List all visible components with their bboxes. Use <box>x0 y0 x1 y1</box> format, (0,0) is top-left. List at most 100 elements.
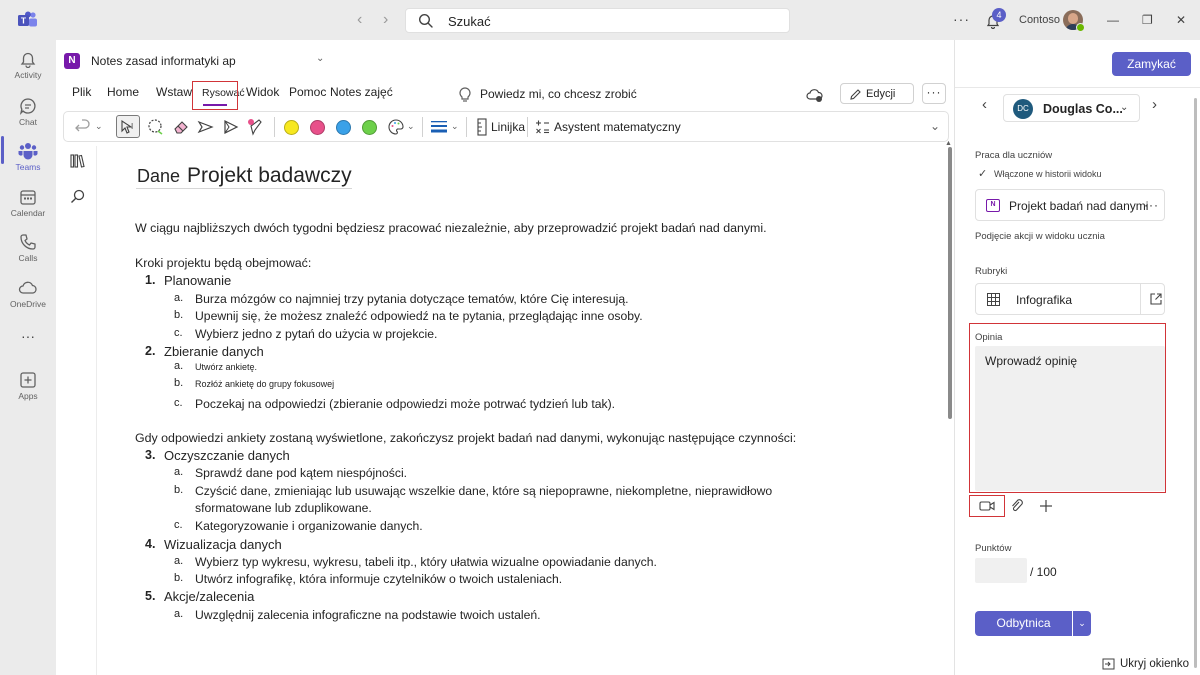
rail-item-onedrive[interactable]: OneDrive <box>0 273 56 317</box>
attach-icon[interactable] <box>1010 499 1024 513</box>
rubric-item[interactable]: Infografika <box>975 283 1165 315</box>
add-icon[interactable] <box>1039 499 1053 513</box>
rail-item-more[interactable]: ··· <box>0 324 56 368</box>
presence-available-icon <box>1076 23 1085 32</box>
rail-item-activity[interactable]: Activity <box>0 44 56 88</box>
search-placeholder: Szukać <box>448 14 491 29</box>
sub-letter: c. <box>174 327 183 339</box>
sub-text: Uwzględnij zalecenia infograficzne na po… <box>195 608 541 622</box>
ruler-label[interactable]: Linijka <box>491 120 525 134</box>
points-input[interactable] <box>975 558 1027 583</box>
search-icon <box>418 13 433 28</box>
tab-notes-zajec[interactable]: Notes zajęć <box>330 85 393 99</box>
return-dropdown-icon[interactable]: ⌄ <box>1073 611 1091 636</box>
minimize-icon[interactable]: — <box>1107 13 1119 27</box>
notebooks-icon[interactable] <box>69 152 87 170</box>
pen-yellow[interactable] <box>284 120 299 135</box>
panel-scrollbar[interactable] <box>1194 98 1197 668</box>
student-work-item[interactable]: N Projekt badań nad danymi ··· <box>975 189 1165 221</box>
close-window-icon[interactable]: ✕ <box>1176 13 1186 27</box>
student-avatar: DC <box>1013 99 1033 119</box>
student-actions-label[interactable]: Podjęcie akcji w widoku ucznia <box>975 231 1105 242</box>
open-external-icon[interactable] <box>1150 293 1162 305</box>
undo-icon[interactable] <box>74 118 92 136</box>
close-button[interactable]: Zamykać <box>1112 52 1191 76</box>
pen-icon[interactable] <box>197 118 215 136</box>
search-bar[interactable]: Szukać <box>405 8 790 33</box>
tab-widok[interactable]: Widok <box>246 85 279 99</box>
back-arrow-icon[interactable]: ‹ <box>357 11 362 29</box>
pen-green[interactable] <box>362 120 377 135</box>
next-student-icon[interactable]: › <box>1152 96 1157 113</box>
onenote-icon: N <box>986 199 1000 212</box>
rail-item-chat[interactable]: Chat <box>0 91 56 135</box>
pencil-tool-icon[interactable] <box>222 118 240 136</box>
tab-pomoc[interactable]: Pomoc <box>289 85 326 99</box>
video-camera-icon[interactable] <box>979 500 995 512</box>
ribbon-expand-icon[interactable]: ⌄ <box>930 119 940 133</box>
rail-item-teams[interactable]: Teams <box>0 136 56 180</box>
page-scrollbar[interactable] <box>948 147 952 419</box>
step-number: 2. <box>145 344 156 358</box>
chevron-down-icon[interactable]: ⌄ <box>316 53 324 64</box>
sub-letter: a. <box>174 360 184 372</box>
forward-arrow-icon[interactable]: › <box>383 11 388 29</box>
previous-student-icon[interactable]: ‹ <box>982 96 987 113</box>
feedback-field[interactable]: Wprowadź opinię <box>975 346 1165 491</box>
tab-home[interactable]: Home <box>107 85 139 99</box>
pen-pink[interactable] <box>310 120 325 135</box>
sub-text: Sprawdź dane pod kątem niespójności. <box>195 466 408 480</box>
eraser-icon[interactable] <box>172 118 190 136</box>
student-work-label: Praca dla uczniów <box>975 150 1053 161</box>
student-selector[interactable]: DC Douglas Co... ⌄ <box>1003 94 1140 122</box>
sync-status-icon[interactable] <box>806 88 824 102</box>
step-title: Planowanie <box>164 273 232 288</box>
maximize-icon[interactable]: ❐ <box>1142 13 1153 27</box>
more-options-icon[interactable]: ··· <box>1144 198 1159 212</box>
rail-item-calendar[interactable]: Calendar <box>0 182 56 226</box>
add-pen-icon[interactable] <box>247 118 265 136</box>
thickness-dropdown-icon[interactable]: ⌄ <box>451 121 459 132</box>
ruler-icon[interactable] <box>475 118 489 136</box>
more-options-icon[interactable]: ··· <box>953 11 970 27</box>
work-item-title: Projekt badań nad danymi <box>1009 199 1149 213</box>
org-name[interactable]: Contoso <box>1019 14 1060 26</box>
palette-dropdown-icon[interactable]: ⌄ <box>407 121 415 132</box>
sub-letter: c. <box>174 397 183 409</box>
math-assistant-label[interactable]: Asystent matematyczny <box>554 120 681 134</box>
grid-icon <box>987 293 1000 306</box>
lasso-select-icon[interactable] <box>146 118 164 136</box>
page-date: Dane <box>137 166 181 186</box>
tab-wstaw[interactable]: Wstaw <box>156 85 192 99</box>
rail-item-calls[interactable]: Calls <box>0 227 56 271</box>
line-thickness-icon[interactable] <box>430 118 448 136</box>
chevron-down-icon: ⌄ <box>1120 102 1129 113</box>
return-button[interactable]: Odbytnica <box>975 611 1072 636</box>
select-text-tool[interactable]: I <box>116 115 140 138</box>
draw-ribbon: ⌄ I ⌄ ⌄ Linijka Asystent matematyczny ⌄ <box>63 111 949 142</box>
sub-letter: c. <box>174 519 183 531</box>
onenote-icon: N <box>64 53 80 69</box>
search-notes-icon[interactable] <box>69 188 87 206</box>
scroll-up-icon[interactable]: ▲ <box>945 140 952 147</box>
sub-text: Wybierz typ wykresu, wykresu, tabeli itp… <box>195 555 657 569</box>
student-name: Douglas Co... <box>1043 102 1123 116</box>
page-title[interactable]: Projekt badawczy <box>187 164 352 188</box>
tab-plik[interactable]: Plik <box>72 85 91 99</box>
notification-badge: 4 <box>992 8 1006 22</box>
more-options-button[interactable]: ··· <box>922 83 946 104</box>
middle-paragraph: Gdy odpowiedzi ankiety zostaną wyświetlo… <box>135 431 797 445</box>
bell-icon <box>20 52 36 68</box>
teams-icon <box>18 143 38 160</box>
undo-dropdown-icon[interactable]: ⌄ <box>95 121 103 132</box>
rail-item-apps[interactable]: Apps <box>0 365 56 409</box>
teams-logo-icon: T <box>18 11 37 27</box>
sub-letter: a. <box>174 555 184 567</box>
math-assistant-icon[interactable] <box>534 118 552 136</box>
sub-letter: a. <box>174 292 184 304</box>
color-palette-icon[interactable] <box>387 118 405 136</box>
feedback-placeholder: Wprowadź opinię <box>985 354 1078 368</box>
cloud-icon <box>18 281 37 294</box>
pen-blue[interactable] <box>336 120 351 135</box>
edit-mode-button[interactable]: Edycji <box>840 83 914 104</box>
